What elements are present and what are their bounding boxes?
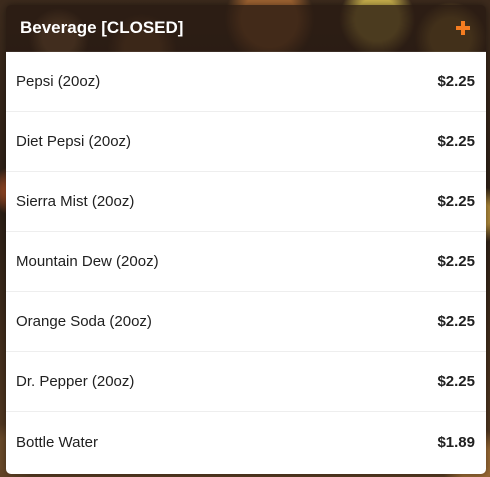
item-price: $2.25 bbox=[437, 193, 475, 210]
add-item-button[interactable] bbox=[452, 17, 474, 39]
menu-item-diet-pepsi[interactable]: Diet Pepsi (20oz) $2.25 bbox=[6, 112, 486, 172]
item-price: $2.25 bbox=[437, 373, 475, 390]
item-name: Mountain Dew (20oz) bbox=[16, 253, 159, 270]
menu-item-list: Pepsi (20oz) $2.25 Diet Pepsi (20oz) $2.… bbox=[6, 52, 486, 474]
item-price: $1.89 bbox=[437, 433, 475, 451]
menu-item-bottle-water[interactable]: Bottle Water $1.89 bbox=[6, 412, 486, 472]
item-name: Bottle Water bbox=[16, 433, 98, 451]
menu-item-dr-pepper[interactable]: Dr. Pepper (20oz) $2.25 bbox=[6, 352, 486, 412]
item-name: Dr. Pepper (20oz) bbox=[16, 373, 135, 390]
plus-icon bbox=[456, 21, 470, 35]
item-name: Sierra Mist (20oz) bbox=[16, 193, 135, 210]
item-price: $2.25 bbox=[437, 253, 475, 270]
menu-item-mountain-dew[interactable]: Mountain Dew (20oz) $2.25 bbox=[6, 232, 486, 292]
item-name: Orange Soda (20oz) bbox=[16, 313, 152, 330]
menu-item-sierra-mist[interactable]: Sierra Mist (20oz) $2.25 bbox=[6, 172, 486, 232]
menu-item-pepsi[interactable]: Pepsi (20oz) $2.25 bbox=[6, 52, 486, 112]
item-price: $2.25 bbox=[437, 313, 475, 330]
section-header: Beverage [CLOSED] bbox=[6, 5, 486, 52]
section-title: Beverage [CLOSED] bbox=[20, 18, 184, 37]
menu-item-orange-soda[interactable]: Orange Soda (20oz) $2.25 bbox=[6, 292, 486, 352]
item-name: Diet Pepsi (20oz) bbox=[16, 133, 132, 150]
item-price: $2.25 bbox=[437, 73, 475, 90]
item-name: Pepsi (20oz) bbox=[16, 73, 101, 90]
item-price: $2.25 bbox=[437, 133, 475, 150]
beverage-menu-panel: Beverage [CLOSED] Pepsi (20oz) $2.25 Die… bbox=[6, 5, 486, 474]
